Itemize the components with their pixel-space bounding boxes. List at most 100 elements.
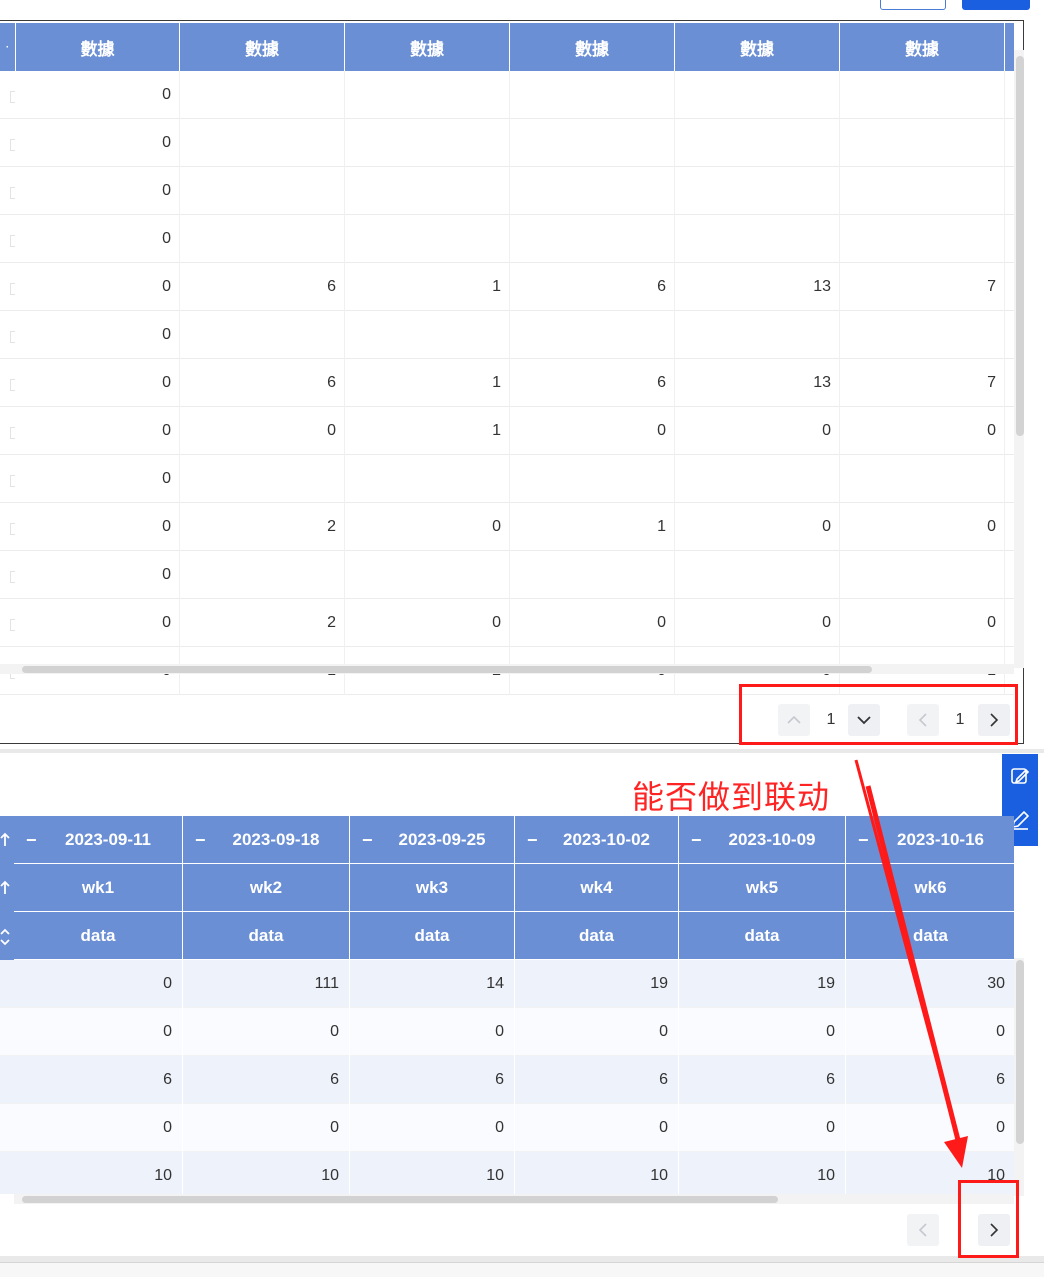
table1-cell[interactable]: 0 [16,263,180,311]
table1-cell[interactable] [510,311,675,359]
table1-cell[interactable] [510,167,675,215]
table2-cell[interactable]: 14 [350,960,515,1008]
table1-cell[interactable]: 13 [675,359,840,407]
table1-cell[interactable] [510,551,675,599]
cancel-button[interactable] [880,0,946,10]
collapse-icon[interactable]: − [195,816,206,863]
table2-cell[interactable]: 0 [846,1104,1014,1152]
table2-cell[interactable]: 0 [515,1008,679,1056]
row-expand-icon[interactable] [10,187,15,199]
table1-header-cell[interactable]: 數據 [675,23,840,71]
table2-header-cell[interactable]: data [350,912,515,960]
table2-cell[interactable]: 6 [679,1056,846,1104]
table1-cell[interactable] [510,119,675,167]
table1-cell[interactable]: 0 [840,599,1005,647]
table1-cell[interactable] [180,311,345,359]
table2-cell[interactable]: 6 [183,1056,350,1104]
table1-cell[interactable] [675,551,840,599]
table2-header-cell[interactable]: − 2023-09-18 [183,816,350,864]
table1-cell[interactable]: 0 [345,503,510,551]
table1-cell[interactable]: 0 [675,503,840,551]
table1-cell[interactable] [675,215,840,263]
table2-prev-button[interactable] [907,1214,939,1246]
link-edit-icon[interactable] [1008,764,1032,788]
table1-cell[interactable]: 1 [345,359,510,407]
table2-cell[interactable]: 0 [350,1104,515,1152]
table1-cell[interactable] [840,119,1005,167]
table1-cell[interactable]: 0 [675,599,840,647]
collapse-icon[interactable]: − [362,816,373,863]
table1-cell[interactable]: 2 [180,599,345,647]
table1-cell[interactable]: 0 [16,311,180,359]
table2-cell[interactable]: 0 [679,1008,846,1056]
table2-cell[interactable]: 19 [679,960,846,1008]
table1-cell[interactable]: 0 [840,503,1005,551]
table1-cell[interactable] [345,551,510,599]
table2-header-cell[interactable]: wk4 [515,864,679,912]
table1-cell[interactable] [840,455,1005,503]
table1-cell[interactable] [180,551,345,599]
table2-header-cell[interactable]: data [846,912,1014,960]
table1-cell[interactable]: 7 [840,263,1005,311]
collapse-icon[interactable]: − [691,816,702,863]
table1-header-cell[interactable]: 數據 [840,23,1005,71]
table1-cell[interactable]: 2 [180,503,345,551]
table2-header-cell[interactable]: data [183,912,350,960]
table1-cell[interactable]: 0 [16,503,180,551]
row-expand-icon[interactable] [10,571,15,583]
table1-cell[interactable] [345,71,510,119]
table2-cell[interactable]: 0 [14,1104,183,1152]
table1-cell[interactable]: 0 [16,359,180,407]
row-expand-icon[interactable] [10,427,15,439]
table2-header-cell[interactable]: wk5 [679,864,846,912]
table2-header-cell[interactable]: − 2023-09-11 [14,816,183,864]
table2-cell[interactable]: 0 [846,1008,1014,1056]
table1-cell[interactable]: 6 [510,263,675,311]
table1-cell[interactable] [840,215,1005,263]
table1-cell[interactable] [840,311,1005,359]
table2-header-cell[interactable]: data [679,912,846,960]
row-expand-icon[interactable] [10,139,15,151]
table1-cell[interactable] [345,167,510,215]
table1-vertical-scroll-thumb[interactable] [1016,56,1024,436]
table2-cell[interactable]: 10 [14,1152,183,1194]
table1-cell[interactable]: 1 [345,407,510,455]
table1-cell[interactable] [345,119,510,167]
table2-header-cell[interactable]: data [14,912,183,960]
table1-cell[interactable] [840,71,1005,119]
table1-cell[interactable]: 0 [16,167,180,215]
table1-horizontal-scroll-thumb[interactable] [22,666,872,673]
table1-cell[interactable] [345,215,510,263]
row-expand-icon[interactable] [10,91,15,103]
table2-cell[interactable]: 10 [183,1152,350,1194]
table1-cell[interactable] [180,167,345,215]
table2-cell[interactable]: 10 [515,1152,679,1194]
table1-cell[interactable] [675,71,840,119]
table1-cell[interactable]: 0 [16,551,180,599]
table1-cell[interactable] [840,551,1005,599]
table2-cell[interactable]: 0 [14,1008,183,1056]
table2-cell[interactable]: 10 [350,1152,515,1194]
row-expand-icon[interactable] [10,379,15,391]
table1-cell[interactable]: 0 [16,119,180,167]
table1-cell[interactable]: 0 [16,71,180,119]
table1-cell[interactable] [675,119,840,167]
table1-cell[interactable]: 0 [840,407,1005,455]
confirm-button[interactable] [962,0,1030,10]
table2-cell[interactable]: 0 [183,1104,350,1152]
table2-cell[interactable]: 6 [14,1056,183,1104]
table2-cell[interactable]: 0 [679,1104,846,1152]
table1-cell[interactable]: 0 [345,599,510,647]
row-expand-icon[interactable] [10,523,15,535]
table1-cell[interactable]: 1 [510,503,675,551]
table2-cell[interactable]: 30 [846,960,1014,1008]
table1-cell[interactable]: 6 [180,263,345,311]
row-expand-icon[interactable] [10,283,15,295]
table2-header-cell[interactable]: − 2023-10-09 [679,816,846,864]
table1-cell[interactable] [345,311,510,359]
table1-cell[interactable]: 0 [510,599,675,647]
table2-header-cell[interactable]: wk1 [14,864,183,912]
collapse-icon[interactable]: − [858,816,869,863]
table1-cell[interactable]: 1 [345,263,510,311]
table2-header-cell[interactable]: wk6 [846,864,1014,912]
